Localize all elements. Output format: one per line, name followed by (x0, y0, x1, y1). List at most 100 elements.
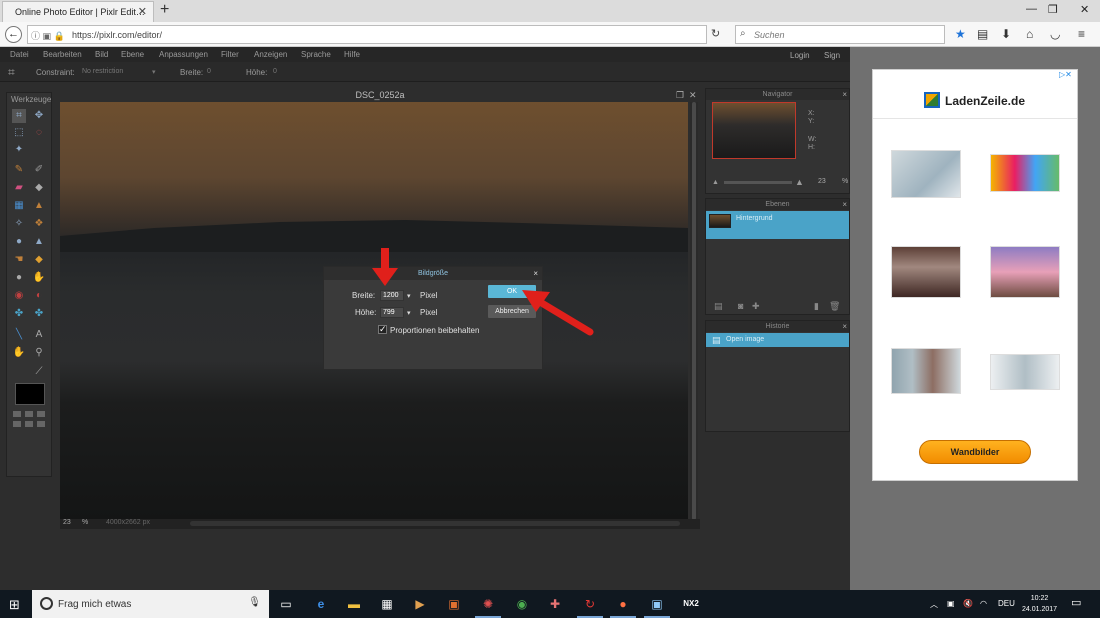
edge-icon[interactable]: e (312, 595, 330, 613)
scroll-thumb[interactable] (692, 102, 696, 520)
palette-icon[interactable] (25, 411, 33, 417)
photo-app-icon[interactable]: ▣ (445, 595, 463, 613)
settings-app-icon[interactable]: ✺ (479, 595, 497, 613)
ad-choices-icon[interactable]: ▷✕ (1059, 70, 1077, 80)
download-icon[interactable]: ⬇ (1001, 27, 1011, 41)
bloat-tool-icon[interactable]: ◐ (32, 289, 46, 303)
window-close-icon[interactable]: ✕ (1080, 3, 1089, 16)
maximize-icon[interactable]: ❐ (676, 90, 684, 101)
history-close-icon[interactable]: × (842, 321, 847, 332)
crop-height-input[interactable]: 0 (273, 68, 277, 75)
store-icon[interactable]: ▦ (378, 595, 396, 613)
new-layer-icon[interactable]: ▮ (814, 301, 819, 312)
login-link[interactable]: Login (790, 51, 810, 60)
zoom-tool-icon[interactable]: ⚲ (32, 346, 46, 360)
canvas-vertical-scrollbar[interactable] (690, 102, 698, 520)
height-input[interactable]: 799 (380, 307, 404, 318)
red-eye-tool-icon[interactable]: ◉ (12, 289, 26, 303)
site-info-icon[interactable]: ⓘ ▣ 🔒 (31, 29, 65, 42)
pocket-icon[interactable]: ◡ (1050, 27, 1060, 41)
layers-close-icon[interactable]: × (842, 199, 847, 210)
lasso-tool-icon[interactable]: ◌ (32, 126, 46, 140)
volume-muted-icon[interactable]: 🔇 (963, 599, 973, 608)
monitor-app-icon[interactable]: ▣ (648, 595, 666, 613)
burn-tool-icon[interactable]: ✋ (32, 271, 46, 285)
height-unit-chevron-icon[interactable]: ▾ (407, 309, 411, 317)
ad-product-image[interactable] (891, 150, 961, 198)
chevron-down-icon[interactable]: ▾ (152, 68, 156, 76)
ad-product-image[interactable] (891, 246, 961, 298)
wand-tool-icon[interactable]: ✦ (12, 143, 26, 157)
new-tab-icon[interactable]: + (160, 1, 169, 19)
document-close-icon[interactable]: ✕ (689, 90, 697, 101)
hamburger-menu-icon[interactable]: ≡ (1078, 27, 1085, 41)
home-icon[interactable]: ⌂ (1026, 27, 1033, 41)
sponge-tool-icon[interactable]: ◆ (32, 253, 46, 267)
color-replace-tool-icon[interactable]: ✤ (32, 307, 46, 321)
layer-item[interactable]: Hintergrund (706, 211, 849, 239)
bookmark-star-icon[interactable]: ★ (955, 27, 966, 41)
crop-width-input[interactable]: 0 (207, 68, 211, 75)
taskbar-clock[interactable]: 10:22 24.01.2017 (1022, 593, 1057, 615)
file-explorer-icon[interactable]: ▬ (345, 595, 363, 613)
gradient-tool-icon[interactable]: ▦ (12, 199, 26, 213)
tools-app-icon[interactable]: ✚ (546, 595, 564, 613)
palette-icon[interactable] (37, 421, 45, 427)
task-view-icon[interactable]: ▭ (277, 595, 295, 613)
palette-icon[interactable] (13, 421, 21, 427)
constraint-select[interactable]: No restriction (82, 68, 123, 75)
firefox-icon[interactable]: ● (614, 595, 632, 613)
media-player-icon[interactable]: ▶ (411, 595, 429, 613)
tray-expand-icon[interactable]: ︿ (930, 599, 938, 610)
ad-cta-button[interactable]: Wandbilder (919, 440, 1031, 464)
browser-tab[interactable]: Online Photo Editor | Pixlr Edit… ✕ (2, 1, 154, 22)
ad-product-image[interactable] (990, 354, 1060, 390)
smudge-tool-icon[interactable]: ☚ (12, 253, 26, 267)
tray-app-icon[interactable]: ▣ (947, 599, 955, 608)
menu-language[interactable]: Sprache (301, 50, 331, 59)
network-icon[interactable]: ◠ (980, 599, 987, 608)
windows-start-icon[interactable]: ⊞ (9, 597, 20, 613)
microphone-icon[interactable]: 🎙 (248, 597, 261, 608)
width-input[interactable]: 1200 (380, 290, 404, 301)
notifications-icon[interactable]: ▭ (1071, 596, 1081, 609)
spot-heal-tool-icon[interactable]: ✧ (12, 217, 26, 231)
layer-style-icon[interactable]: ✚ (752, 301, 760, 312)
type-tool-icon[interactable]: A (32, 328, 46, 342)
clone-tool-icon[interactable]: ❖ (32, 217, 46, 231)
palette-icon[interactable] (37, 411, 45, 417)
nx2-app-icon[interactable]: NX2 (682, 595, 700, 613)
pinch-tool-icon[interactable]: ✤ (12, 307, 26, 321)
drawing-tool-icon[interactable]: ╲ (12, 328, 26, 342)
navigator-thumbnail[interactable] (712, 102, 796, 159)
advertisement[interactable]: ▷✕ LadenZeile.de Wandbilder (872, 69, 1078, 481)
ad-product-image[interactable] (990, 246, 1060, 298)
trash-icon[interactable]: 🗑 (829, 301, 840, 312)
eraser-tool-icon[interactable]: ▰ (12, 181, 26, 195)
tab-close-icon[interactable]: ✕ (138, 5, 147, 18)
menu-help[interactable]: Hilfe (344, 50, 360, 59)
sharpen-tool-icon[interactable]: ▲ (32, 235, 46, 249)
minimize-icon[interactable]: — (1026, 3, 1037, 15)
browser-search-input[interactable]: ⌕ Suchen (735, 25, 945, 44)
menu-image[interactable]: Bild (95, 50, 108, 59)
keep-proportions-checkbox[interactable]: ✓ (378, 325, 387, 334)
language-indicator[interactable]: DEU (998, 599, 1015, 608)
dodge-tool-icon[interactable]: ● (12, 271, 26, 285)
reload-icon[interactable]: ↻ (711, 27, 720, 40)
stamp-tool-icon[interactable]: ▲ (32, 199, 46, 213)
zoom-value[interactable]: 23 (63, 519, 71, 526)
brush-tool-icon[interactable]: ✐ (32, 163, 46, 177)
taskbar-search-input[interactable]: Frag mich etwas 🎙 (32, 590, 269, 618)
menu-edit[interactable]: Bearbeiten (43, 50, 82, 59)
zoom-in-icon[interactable]: ▲ (795, 177, 804, 187)
width-unit-chevron-icon[interactable]: ▾ (407, 292, 411, 300)
pencil-tool-icon[interactable]: ✎ (12, 163, 26, 177)
palette-icon[interactable] (13, 411, 21, 417)
move-tool-icon[interactable]: ✥ (32, 109, 46, 123)
dialog-close-icon[interactable]: × (533, 267, 538, 280)
layer-settings-icon[interactable]: ▤ (714, 301, 723, 312)
navigator-zoom-slider[interactable] (724, 181, 792, 184)
chrome-icon[interactable]: ◉ (513, 595, 531, 613)
sync-app-icon[interactable]: ↻ (581, 595, 599, 613)
